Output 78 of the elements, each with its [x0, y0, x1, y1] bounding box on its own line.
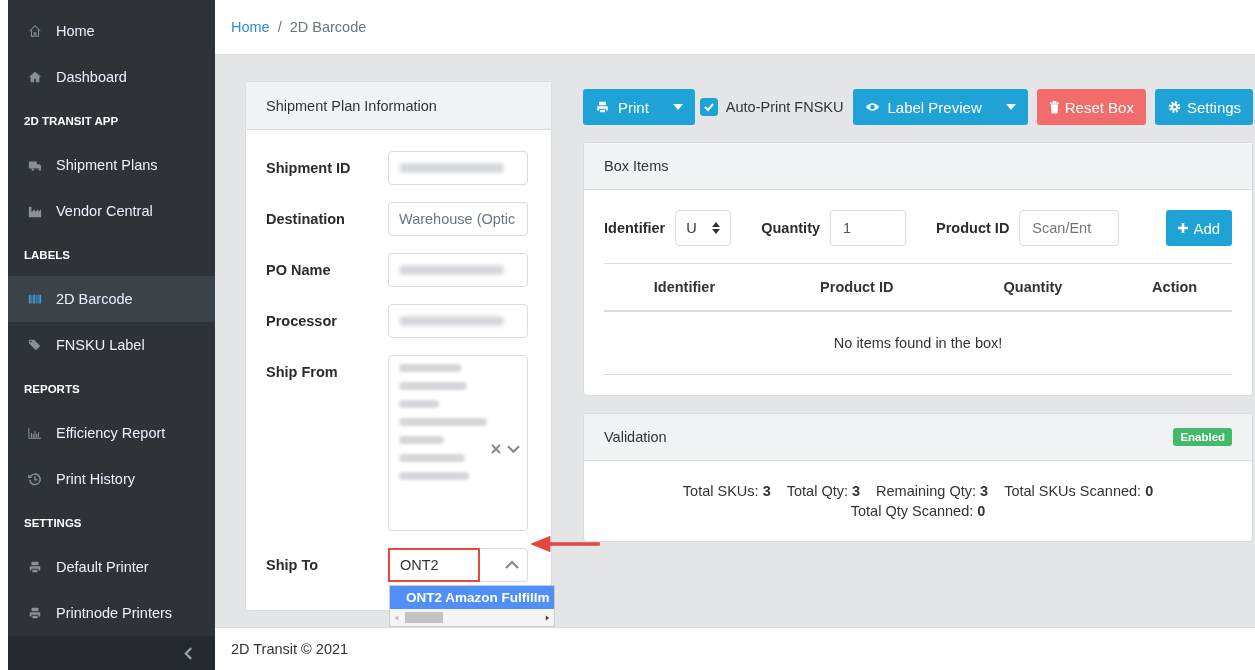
breadcrumb-separator: /: [277, 19, 282, 35]
column-header: Quantity: [1002, 279, 1064, 295]
input-field[interactable]: [388, 151, 528, 185]
home-icon: [28, 24, 42, 38]
stat-text: Total Qty Scanned: 0: [850, 503, 986, 519]
printer-icon: [28, 606, 42, 620]
checkbox[interactable]: [699, 98, 718, 116]
barcode-icon: [28, 292, 42, 306]
field-label: Ship From: [266, 363, 339, 380]
horizontal-scrollbar[interactable]: [390, 609, 554, 626]
printer-icon: [595, 100, 610, 114]
field-label: Ship To: [266, 556, 320, 573]
sidebar-item[interactable]: Efficiency Report: [8, 410, 215, 456]
sidebar-item[interactable]: 2D Barcode: [8, 276, 215, 322]
sidebar-item[interactable]: Default Printer: [8, 544, 215, 590]
input-field[interactable]: [388, 304, 528, 338]
bar-chart-icon: [28, 426, 42, 440]
sidebar-item[interactable]: Shipment Plans: [8, 142, 215, 188]
eye-icon: [864, 100, 880, 114]
scrollbar-thumb[interactable]: [405, 612, 443, 623]
stat-text: Total SKUs: 3: [682, 483, 771, 499]
printer-icon: [28, 560, 42, 574]
sidebar-item[interactable]: Printnode Printers: [8, 590, 215, 636]
stat-text: Remaining Qty: 3: [876, 483, 989, 499]
sidebar-item[interactable]: Home: [8, 8, 215, 54]
section-heading: REPORTS: [23, 382, 81, 397]
input-field[interactable]: [388, 253, 528, 287]
checkbox-label: Auto-Print FNSKU: [725, 99, 844, 115]
field-label: Identifier: [604, 220, 666, 236]
identifier-select[interactable]: U: [675, 210, 732, 246]
house-icon: [28, 70, 42, 84]
settings-icon: [1166, 100, 1182, 114]
sort-caret-icon: [712, 222, 721, 234]
sidebar-item[interactable]: FNSKU Label: [8, 322, 215, 368]
product-id-field[interactable]: Scan/Ent: [1019, 210, 1120, 246]
quantity-field[interactable]: 1: [830, 210, 907, 246]
factory-icon: [28, 204, 42, 218]
scroll-left-icon[interactable]: [394, 613, 399, 622]
sidebar-item[interactable]: Print History: [8, 456, 215, 502]
stat-text: Total Qty: 3: [786, 483, 861, 499]
sidebar-item[interactable]: Dashboard: [8, 54, 215, 100]
sidebar-item[interactable]: Vendor Central: [8, 188, 215, 234]
breadcrumb-current: 2D Barcode: [289, 19, 367, 35]
status-badge: Enabled: [1173, 428, 1233, 446]
caret-icon[interactable]: [672, 104, 683, 110]
card-title: Validation: [604, 429, 667, 445]
breadcrumb-link[interactable]: Home: [231, 19, 270, 35]
checkmark-icon: [702, 101, 715, 113]
card-title: Box Items: [584, 143, 1253, 190]
column-header: Product ID: [819, 279, 895, 295]
plus-icon: [1178, 223, 1189, 233]
select-field[interactable]: [388, 355, 528, 531]
chevron-left-icon[interactable]: [184, 646, 193, 660]
clear-icon[interactable]: [491, 444, 501, 454]
caret-icon[interactable]: [1005, 104, 1016, 110]
field-label: Processor: [266, 312, 338, 329]
tag-icon: [28, 338, 42, 352]
typed-value: ONT2: [388, 548, 480, 582]
column-header: Identifier: [652, 279, 717, 295]
field-label: PO Name: [266, 261, 332, 278]
field-label: Quantity: [761, 220, 821, 236]
section-heading: LABELS: [23, 248, 71, 263]
history-icon: [28, 472, 42, 486]
column-header: Action: [1151, 279, 1199, 295]
stat-text: Total SKUs Scanned: 0: [1004, 483, 1154, 499]
card-title: Shipment Plan Information: [246, 82, 551, 130]
field-label: Shipment ID: [266, 159, 352, 176]
empty-message: No items found in the box!: [833, 335, 1003, 351]
section-heading: 2D TRANSIT APP: [23, 114, 120, 129]
trash-icon: [1048, 100, 1060, 114]
chevron-down-icon[interactable]: [507, 444, 520, 454]
footer-text: 2D Transit © 2021: [231, 641, 349, 657]
scroll-right-icon[interactable]: [545, 613, 550, 622]
field-label: Destination: [266, 210, 346, 227]
field-label: Product ID: [936, 220, 1010, 236]
chevron-up-icon[interactable]: [505, 560, 519, 570]
input-field[interactable]: Warehouse (Optic: [388, 202, 528, 236]
section-heading: SETTINGS: [23, 516, 83, 531]
